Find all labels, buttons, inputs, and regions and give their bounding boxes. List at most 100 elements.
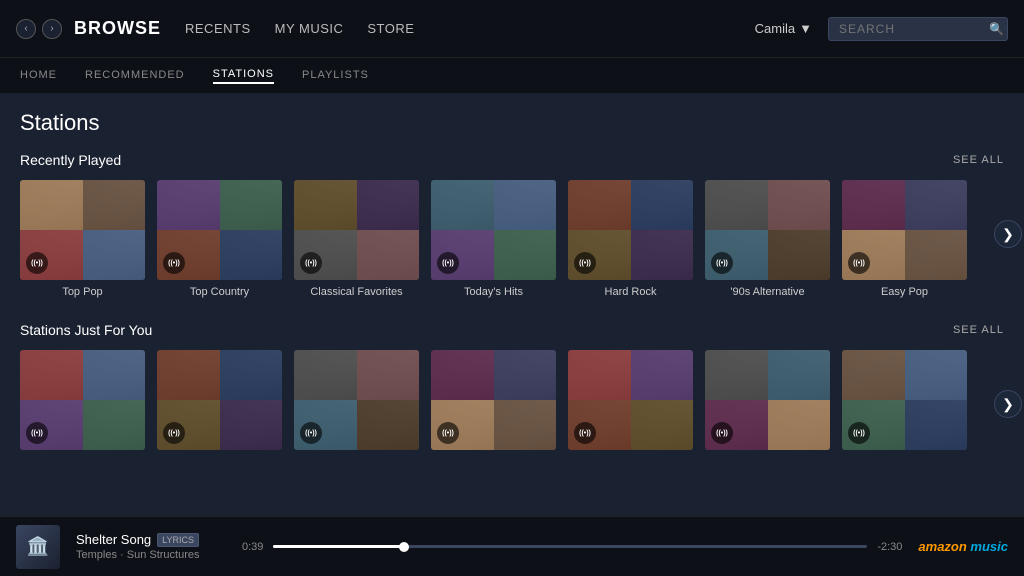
just-for-you-header: Stations Just For You SEE ALL bbox=[20, 322, 1004, 338]
mosaic-cell bbox=[294, 180, 357, 230]
station-name-label: Classical Favorites bbox=[294, 286, 419, 298]
station-card[interactable]: ((•)) Today's Hits bbox=[431, 180, 556, 298]
just-for-you-row: ((•))((•))((•))((•))((•))((•))((•)) ❯ bbox=[20, 350, 1004, 456]
station-card[interactable]: ((•)) Easy Pop bbox=[842, 180, 967, 298]
mosaic-cell bbox=[631, 350, 694, 400]
station-card[interactable]: ((•)) bbox=[157, 350, 282, 456]
mosaic-cell bbox=[631, 180, 694, 230]
station-thumbnail: ((•)) bbox=[431, 180, 556, 280]
time-elapsed: 0:39 bbox=[242, 541, 263, 553]
forward-arrow[interactable]: › bbox=[42, 19, 62, 39]
station-thumbnail: ((•)) bbox=[157, 350, 282, 450]
station-thumbnail: ((•)) bbox=[20, 350, 145, 450]
radio-icon: ((•)) bbox=[437, 422, 459, 444]
mosaic-cell bbox=[842, 180, 905, 230]
mosaic-cell bbox=[494, 180, 557, 230]
recently-played-next-arrow[interactable]: ❯ bbox=[994, 220, 1022, 248]
chevron-down-icon: ▼ bbox=[799, 21, 812, 36]
mosaic-cell bbox=[431, 350, 494, 400]
nav-mymusic[interactable]: MY MUSIC bbox=[275, 21, 344, 36]
player-thumbnail: 🏛️ bbox=[16, 525, 60, 569]
mosaic-cell bbox=[220, 230, 283, 280]
player-progress: 0:39 -2:30 bbox=[242, 541, 902, 553]
station-card[interactable]: ((•))Classical Favorites bbox=[294, 180, 419, 298]
nav-arrows: ‹ › bbox=[16, 19, 62, 39]
mosaic-cell bbox=[20, 350, 83, 400]
progress-bar[interactable] bbox=[273, 545, 867, 548]
subnav-recommended[interactable]: RECOMMENDED bbox=[85, 69, 185, 83]
mosaic-cell bbox=[431, 180, 494, 230]
station-card[interactable]: ((•)) Top Country bbox=[157, 180, 282, 298]
station-thumbnail: ((•)) bbox=[294, 350, 419, 450]
mosaic-cell bbox=[768, 230, 831, 280]
station-thumbnail: ((•)) bbox=[431, 350, 556, 450]
station-name-label: Top Country bbox=[157, 286, 282, 298]
mosaic-cell bbox=[568, 180, 631, 230]
subnav-playlists[interactable]: PLAYLISTS bbox=[302, 69, 369, 83]
radio-icon: ((•)) bbox=[300, 422, 322, 444]
mosaic-cell bbox=[768, 180, 831, 230]
just-for-you-see-all[interactable]: SEE ALL bbox=[953, 324, 1004, 336]
mosaic-cell bbox=[568, 350, 631, 400]
amazon-music-logo: amazon music bbox=[918, 539, 1008, 554]
radio-icon: ((•)) bbox=[163, 422, 185, 444]
search-box[interactable]: 🔍 bbox=[828, 17, 1008, 41]
station-card[interactable]: ((•))Top Pop bbox=[20, 180, 145, 298]
radio-icon: ((•)) bbox=[848, 252, 870, 274]
mosaic-cell bbox=[494, 350, 557, 400]
station-name-label: Easy Pop bbox=[842, 286, 967, 298]
nav-links: RECENTS MY MUSIC STORE bbox=[185, 21, 414, 36]
station-card[interactable]: ((•)) bbox=[568, 350, 693, 456]
recently-played-see-all[interactable]: SEE ALL bbox=[953, 154, 1004, 166]
search-input[interactable] bbox=[839, 22, 989, 36]
mosaic-cell bbox=[905, 350, 968, 400]
station-card[interactable]: ((•)) bbox=[431, 350, 556, 456]
station-name-label: Today's Hits bbox=[431, 286, 556, 298]
mosaic-cell bbox=[157, 350, 220, 400]
player-song-title: Shelter Song LYRICS bbox=[76, 532, 226, 547]
nav-recents[interactable]: RECENTS bbox=[185, 21, 251, 36]
mosaic-cell bbox=[494, 400, 557, 450]
station-thumbnail: ((•)) bbox=[842, 180, 967, 280]
mosaic-cell bbox=[220, 180, 283, 230]
nav-store[interactable]: STORE bbox=[367, 21, 414, 36]
mosaic-cell bbox=[768, 400, 831, 450]
subnav-home[interactable]: HOME bbox=[20, 69, 57, 83]
back-arrow[interactable]: ‹ bbox=[16, 19, 36, 39]
radio-icon: ((•)) bbox=[574, 422, 596, 444]
station-card[interactable]: ((•)) bbox=[20, 350, 145, 456]
station-thumbnail: ((•)) bbox=[705, 350, 830, 450]
station-card[interactable]: ((•)) bbox=[842, 350, 967, 456]
mosaic-cell bbox=[905, 400, 968, 450]
mosaic-cell bbox=[220, 350, 283, 400]
recently-played-section: Recently Played SEE ALL ((•))Top Pop((•)… bbox=[20, 152, 1004, 298]
page-title: Stations bbox=[20, 110, 1004, 136]
mosaic-cell bbox=[294, 350, 357, 400]
just-for-you-section: Stations Just For You SEE ALL ((•)) ((•))… bbox=[20, 322, 1004, 456]
station-thumbnail: ((•)) bbox=[842, 350, 967, 450]
progress-dot bbox=[399, 542, 409, 552]
radio-icon: ((•)) bbox=[26, 252, 48, 274]
station-thumbnail: ((•)) bbox=[568, 180, 693, 280]
station-card[interactable]: ((•))'90s Alternative bbox=[705, 180, 830, 298]
station-card[interactable]: ((•))Hard Rock bbox=[568, 180, 693, 298]
mosaic-cell bbox=[220, 400, 283, 450]
station-card[interactable]: ((•)) bbox=[705, 350, 830, 456]
subnav-stations[interactable]: STATIONS bbox=[213, 68, 274, 84]
mosaic-cell bbox=[83, 350, 146, 400]
radio-icon: ((•)) bbox=[711, 422, 733, 444]
just-for-you-next-arrow[interactable]: ❯ bbox=[994, 390, 1022, 418]
mosaic-cell bbox=[905, 230, 968, 280]
user-menu[interactable]: Camila ▼ bbox=[755, 21, 812, 36]
mosaic-cell bbox=[494, 230, 557, 280]
nav-browse[interactable]: BROWSE bbox=[74, 18, 161, 39]
radio-icon: ((•)) bbox=[26, 422, 48, 444]
mosaic-cell bbox=[705, 350, 768, 400]
mosaic-cell bbox=[631, 230, 694, 280]
recently-played-row: ((•))Top Pop((•))Top Country((•))Classic… bbox=[20, 180, 1004, 298]
mosaic-cell bbox=[768, 350, 831, 400]
station-thumbnail: ((•)) bbox=[157, 180, 282, 280]
mosaic-cell bbox=[357, 230, 420, 280]
progress-fill bbox=[273, 545, 404, 548]
station-card[interactable]: ((•)) bbox=[294, 350, 419, 456]
